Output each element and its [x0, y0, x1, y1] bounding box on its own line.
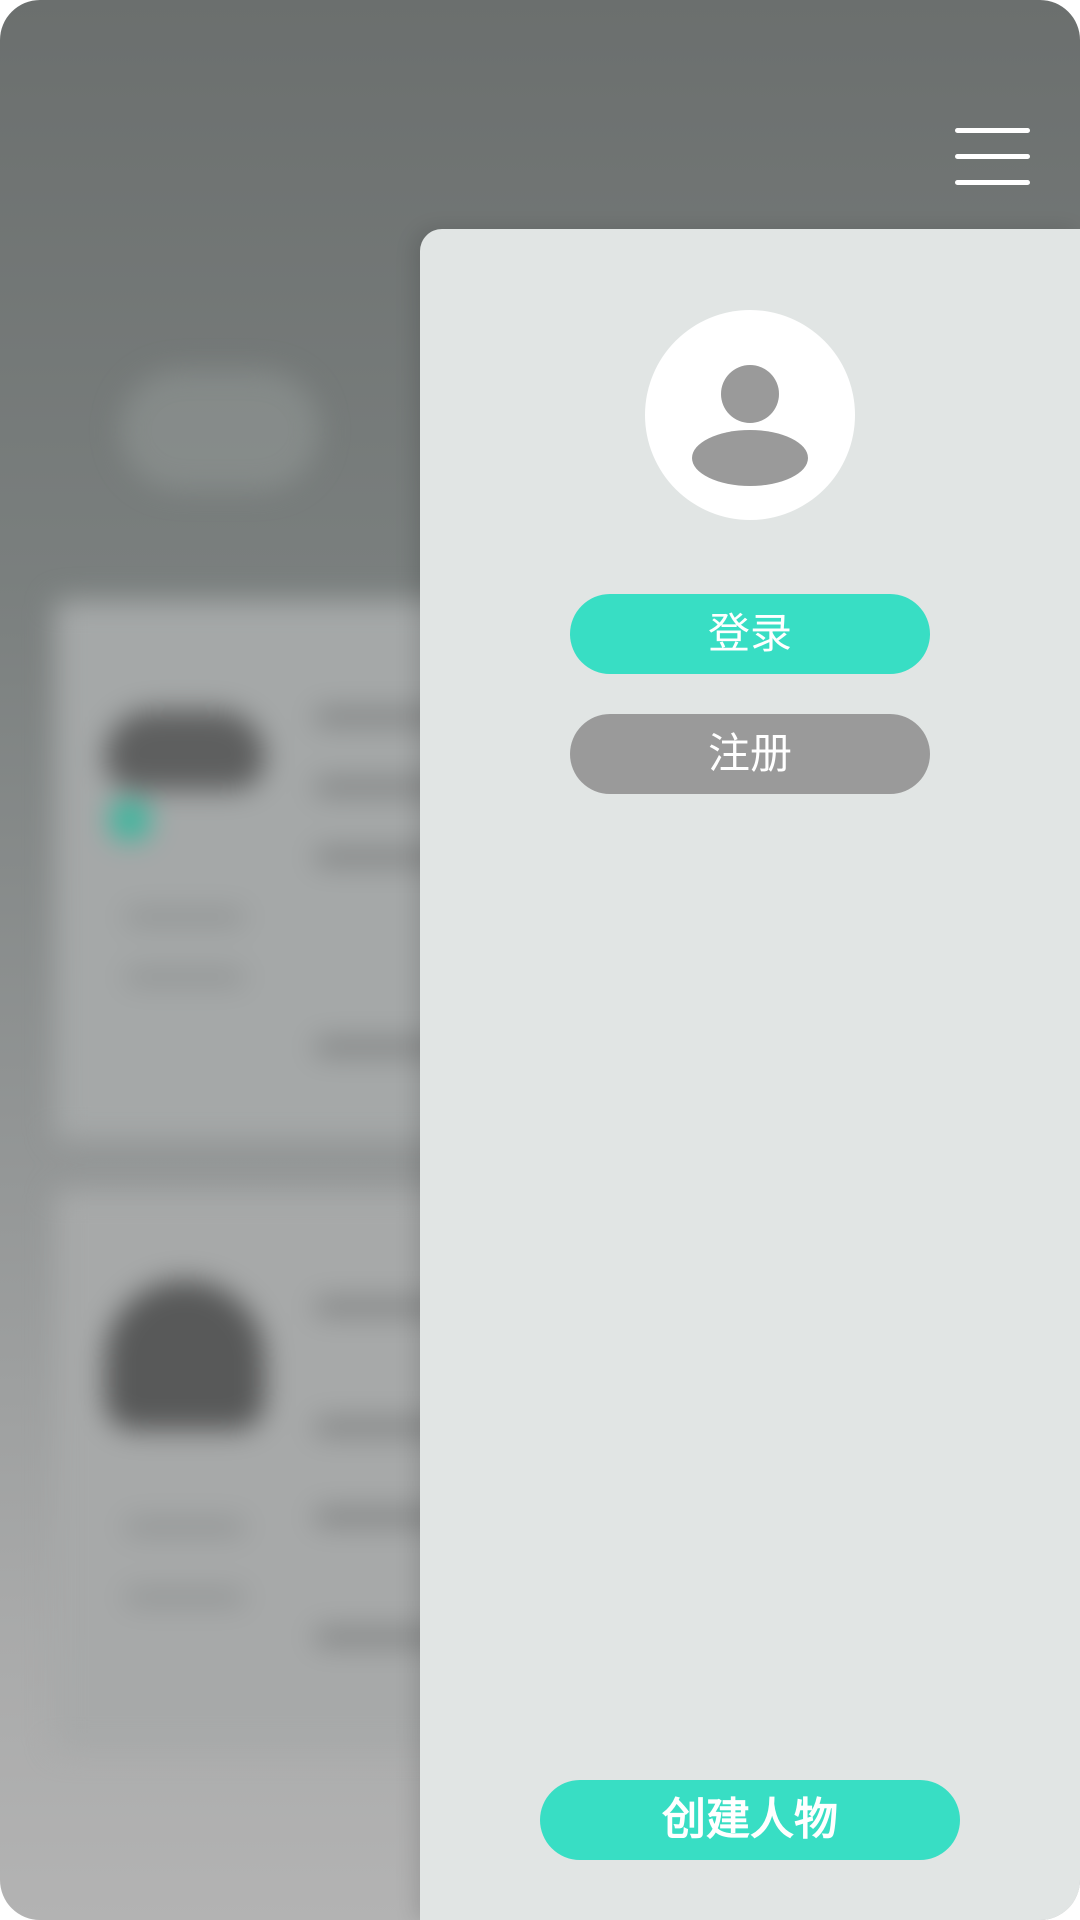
background-card-image — [105, 1280, 265, 1430]
background-card-badge — [110, 800, 150, 840]
background-card-line — [125, 910, 245, 924]
background-header-glow — [120, 370, 320, 490]
user-avatar-icon — [692, 365, 808, 486]
background-card-line — [125, 1520, 245, 1534]
app-screen: 登录 注册 创建人物 — [0, 0, 1080, 1920]
register-button[interactable]: 注册 — [570, 714, 930, 794]
hamburger-menu-icon[interactable] — [945, 115, 1035, 205]
side-drawer: 登录 注册 创建人物 — [420, 229, 1080, 1920]
background-card-image — [105, 710, 265, 790]
login-button[interactable]: 登录 — [570, 594, 930, 674]
menu-bar — [955, 128, 1030, 133]
background-card-line — [125, 970, 245, 984]
menu-bar — [955, 180, 1030, 185]
background-card-line — [125, 1590, 245, 1604]
menu-bar — [955, 154, 1030, 159]
create-character-button[interactable]: 创建人物 — [540, 1780, 960, 1860]
avatar[interactable] — [645, 310, 855, 520]
